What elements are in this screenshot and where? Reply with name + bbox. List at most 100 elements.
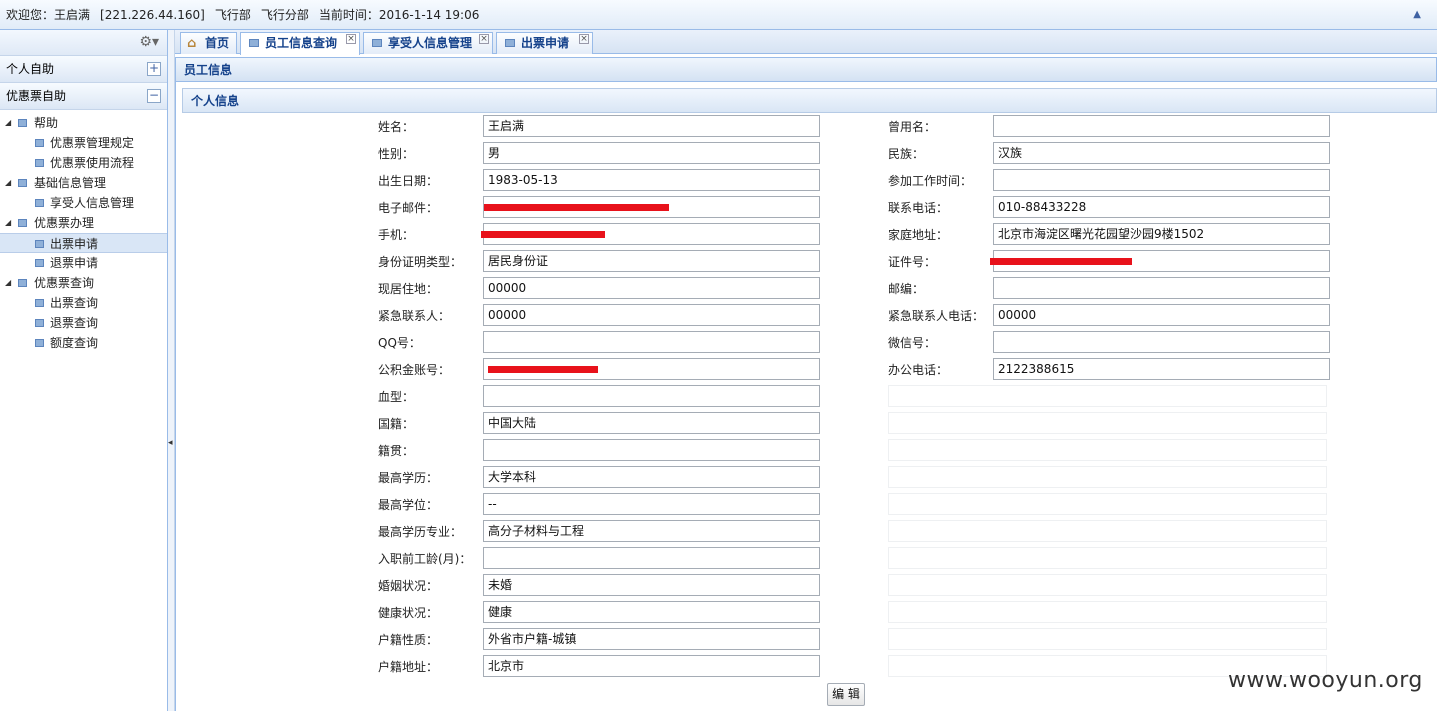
field-input[interactable]: 高分子材料与工程 bbox=[483, 520, 820, 542]
tree-toggle-icon[interactable]: ◢ bbox=[5, 273, 11, 293]
field-input[interactable] bbox=[993, 115, 1330, 137]
field-input[interactable]: 王启满 bbox=[483, 115, 820, 137]
tree-toggle-icon[interactable]: ◢ bbox=[5, 213, 11, 233]
field-input[interactable]: 00000 bbox=[483, 304, 820, 326]
close-icon[interactable]: × bbox=[346, 34, 356, 44]
tab-home[interactable]: ⌂ 首页 bbox=[180, 32, 237, 54]
field-input[interactable] bbox=[483, 385, 820, 407]
accordion-personal-self-service[interactable]: 个人自助 + bbox=[0, 56, 167, 83]
field-input[interactable]: 北京市海淀区曙光花园望沙园9楼1502 bbox=[993, 223, 1330, 245]
empty-cell bbox=[888, 466, 1327, 488]
redaction-mark bbox=[990, 258, 1132, 265]
tree-folder[interactable]: ◢ 优惠票查询 bbox=[0, 273, 167, 293]
field-input[interactable]: 未婚 bbox=[483, 574, 820, 596]
field-input[interactable] bbox=[483, 331, 820, 353]
tab-icon bbox=[249, 39, 259, 47]
tree-item[interactable]: 优惠票管理规定 bbox=[0, 133, 167, 153]
tab-label: 出票申请 bbox=[521, 36, 570, 50]
tree-item[interactable]: 退票申请 bbox=[0, 253, 167, 273]
field-input[interactable]: 1983-05-13 bbox=[483, 169, 820, 191]
tree-label: 帮助 bbox=[34, 116, 59, 130]
field-input[interactable]: 2122388615 bbox=[993, 358, 1330, 380]
field-input[interactable] bbox=[483, 547, 820, 569]
collapse-icon[interactable]: − bbox=[147, 89, 161, 103]
tree-label: 优惠票管理规定 bbox=[50, 136, 135, 150]
tree-toggle-icon[interactable]: ◢ bbox=[5, 173, 11, 193]
empty-cell bbox=[888, 601, 1327, 623]
sidebar-splitter[interactable]: ◂ bbox=[168, 30, 175, 711]
field-label: 国籍： bbox=[378, 417, 415, 431]
field-input[interactable]: 010-88433228 bbox=[993, 196, 1330, 218]
field-input[interactable]: -- bbox=[483, 493, 820, 515]
tree-item[interactable]: 优惠票使用流程 bbox=[0, 153, 167, 173]
field-input[interactable]: 北京市 bbox=[483, 655, 820, 677]
redaction-mark bbox=[481, 231, 605, 238]
tree-item[interactable]: 退票查询 bbox=[0, 313, 167, 333]
leaf-icon bbox=[35, 319, 44, 327]
field-input[interactable]: 健康 bbox=[483, 601, 820, 623]
field-label: 公积金账号： bbox=[378, 363, 451, 377]
field-label: 婚姻状况： bbox=[378, 579, 439, 593]
field-label: 邮编： bbox=[888, 282, 925, 296]
field-input[interactable]: 中国大陆 bbox=[483, 412, 820, 434]
field-input[interactable] bbox=[993, 169, 1330, 191]
leaf-icon bbox=[35, 139, 44, 147]
field-input[interactable]: 00000 bbox=[993, 304, 1330, 326]
empty-cell bbox=[888, 385, 1327, 407]
accordion-ticket-self-service[interactable]: 优惠票自助 − bbox=[0, 83, 167, 110]
collapse-top-icon[interactable]: ▲ bbox=[1413, 0, 1421, 30]
tab-icon bbox=[372, 39, 382, 47]
field-input[interactable]: 00000 bbox=[483, 277, 820, 299]
tree-folder[interactable]: ◢ 优惠票办理 bbox=[0, 213, 167, 233]
close-icon[interactable]: × bbox=[579, 34, 589, 44]
field-input[interactable]: 男 bbox=[483, 142, 820, 164]
field-input[interactable]: 汉族 bbox=[993, 142, 1330, 164]
field-label: 籍贯： bbox=[378, 444, 415, 458]
tree-label: 基础信息管理 bbox=[34, 176, 107, 190]
field-input[interactable]: 外省市户籍-城镇 bbox=[483, 628, 820, 650]
field-label: 血型： bbox=[378, 390, 415, 404]
leaf-icon bbox=[35, 199, 44, 207]
field-label: 紧急联系人： bbox=[378, 309, 451, 323]
panel-body: 个人信息 姓名： 王启满 性别：男出生日期： 1983-05-13 电子邮件： 手机： 身份… bbox=[175, 82, 1437, 711]
tree-item[interactable]: 出票查询 bbox=[0, 293, 167, 313]
accordion-label: 优惠票自助 bbox=[6, 89, 67, 103]
tree-label: 退票申请 bbox=[50, 256, 99, 270]
tree-label: 出票申请 bbox=[50, 237, 99, 251]
field-label: 最高学历： bbox=[378, 471, 439, 485]
panel-title: 员工信息 bbox=[175, 57, 1437, 82]
folder-icon bbox=[18, 219, 27, 227]
tab-icon bbox=[505, 39, 515, 47]
field-input[interactable]: 居民身份证 bbox=[483, 250, 820, 272]
field-input[interactable] bbox=[993, 277, 1330, 299]
field-label: 办公电话： bbox=[888, 363, 949, 377]
expand-icon[interactable]: + bbox=[147, 62, 161, 76]
tab-ticket-application[interactable]: 出票申请 × bbox=[496, 32, 593, 54]
nav-tree: ◢ 帮助 优惠票管理规定 优惠票使用流程 ◢ 基础信息管理 享受人信息管理 ◢ 优惠票办理 出票申… bbox=[0, 110, 167, 353]
tree-label: 优惠票办理 bbox=[34, 216, 95, 230]
tree-item[interactable]: 享受人信息管理 bbox=[0, 193, 167, 213]
tree-item[interactable]: 出票申请 bbox=[0, 233, 167, 253]
field-label: 家庭地址： bbox=[888, 228, 949, 242]
field-input[interactable] bbox=[483, 439, 820, 461]
tree-toggle-icon[interactable]: ◢ bbox=[5, 113, 11, 133]
tree-item[interactable]: 额度查询 bbox=[0, 333, 167, 353]
leaf-icon bbox=[35, 299, 44, 307]
tree-folder[interactable]: ◢ 帮助 bbox=[0, 113, 167, 133]
empty-cell bbox=[888, 628, 1327, 650]
tab-beneficiary-management[interactable]: 享受人信息管理 × bbox=[363, 32, 493, 54]
tree-folder[interactable]: ◢ 基础信息管理 bbox=[0, 173, 167, 193]
field-label: 联系电话： bbox=[888, 201, 949, 215]
edit-button[interactable]: 编 辑 bbox=[827, 683, 865, 706]
top-bar: 欢迎您：王启满 [221.226.44.160] 飞行部 飞行分部 当前时间：2016-… bbox=[0, 0, 1437, 30]
gear-icon[interactable]: ⚙▾ bbox=[139, 34, 159, 50]
watermark: www.wooyun.org bbox=[1228, 668, 1423, 693]
field-input[interactable]: 大学本科 bbox=[483, 466, 820, 488]
field-label: 手机： bbox=[378, 228, 415, 242]
close-icon[interactable]: × bbox=[479, 34, 489, 44]
welcome-text: 欢迎您：王启满 bbox=[6, 8, 91, 22]
tab-employee-info-query[interactable]: 员工信息查询 × bbox=[240, 32, 360, 55]
collapse-left-icon[interactable]: ◂ bbox=[168, 438, 173, 448]
empty-cell bbox=[888, 412, 1327, 434]
field-input[interactable] bbox=[993, 331, 1330, 353]
